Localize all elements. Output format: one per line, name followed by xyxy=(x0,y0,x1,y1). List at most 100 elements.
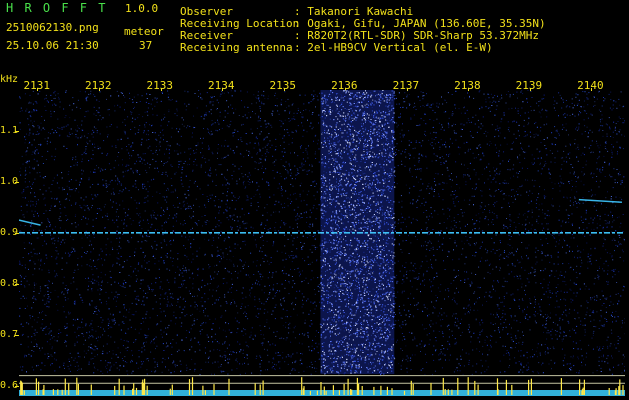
noise-speck xyxy=(142,116,144,118)
noise-speck xyxy=(525,247,527,249)
noise-speck xyxy=(611,357,613,359)
noise-speck xyxy=(535,203,537,204)
noise-speck xyxy=(588,191,590,192)
noise-speck xyxy=(204,285,206,287)
noise-speck xyxy=(594,277,596,279)
noise-speck xyxy=(59,106,61,108)
noise-speck xyxy=(307,153,309,155)
noise-speck xyxy=(122,189,124,191)
noise-speck xyxy=(525,219,527,221)
noise-speck xyxy=(53,336,55,338)
noise-speck xyxy=(400,228,402,230)
noise-speck xyxy=(34,178,36,180)
noise-speck xyxy=(145,169,147,171)
noise-speck xyxy=(590,145,592,146)
noise-speck xyxy=(481,174,483,175)
noise-speck xyxy=(133,108,134,109)
noise-speck xyxy=(425,345,426,347)
noise-speck xyxy=(59,227,61,229)
noise-speck xyxy=(528,244,530,246)
noise-speck xyxy=(128,164,130,166)
noise-speck xyxy=(263,334,264,336)
noise-speck xyxy=(137,94,139,96)
noise-speck xyxy=(534,315,536,317)
noise-speck xyxy=(526,247,528,249)
noise-speck xyxy=(442,188,444,190)
noise-speck xyxy=(166,342,167,344)
noise-speck xyxy=(565,271,567,273)
noise-speck xyxy=(614,274,616,276)
noise-speck xyxy=(500,301,502,303)
noise-speck xyxy=(172,204,174,206)
noise-speck xyxy=(290,316,292,317)
noise-speck xyxy=(439,290,441,292)
noise-speck xyxy=(272,357,274,359)
noise-speck xyxy=(467,278,469,279)
noise-speck xyxy=(455,107,456,109)
noise-speck xyxy=(453,220,455,222)
noise-speck xyxy=(544,145,546,146)
noise-speck xyxy=(37,133,39,135)
noise-speck xyxy=(607,273,609,275)
noise-speck xyxy=(521,256,522,258)
noise-speck xyxy=(97,326,99,327)
noise-speck xyxy=(423,120,425,121)
noise-speck xyxy=(204,254,206,256)
noise-speck xyxy=(429,279,431,281)
noise-speck xyxy=(601,118,603,120)
noise-speck xyxy=(64,117,66,118)
noise-speck xyxy=(274,369,276,371)
noise-speck xyxy=(530,106,532,107)
noise-speck xyxy=(236,226,238,228)
noise-speck xyxy=(537,313,539,315)
noise-speck xyxy=(227,373,229,375)
noise-speck xyxy=(161,225,163,227)
noise-speck xyxy=(284,207,286,208)
noise-speck xyxy=(90,93,92,95)
noise-speck xyxy=(245,296,247,298)
noise-speck xyxy=(119,190,121,192)
noise-speck xyxy=(22,326,24,327)
noise-speck xyxy=(164,293,166,295)
noise-speck xyxy=(85,148,87,150)
noise-speck xyxy=(416,239,418,240)
noise-speck xyxy=(584,334,586,336)
noise-speck xyxy=(74,269,76,271)
noise-speck xyxy=(410,293,412,295)
noise-speck xyxy=(613,219,615,221)
noise-speck xyxy=(131,99,133,101)
noise-speck xyxy=(41,230,43,232)
noise-speck xyxy=(147,162,149,164)
noise-speck xyxy=(304,260,306,262)
noise-speck xyxy=(223,354,225,356)
noise-speck xyxy=(312,207,314,209)
noise-speck xyxy=(285,161,287,163)
noise-speck xyxy=(180,325,182,327)
noise-speck xyxy=(578,201,580,203)
meteor-count: 37 xyxy=(139,39,153,52)
noise-speck xyxy=(521,184,523,186)
noise-speck xyxy=(258,148,260,150)
noise-speck xyxy=(84,116,86,118)
noise-speck xyxy=(489,175,491,177)
noise-speck xyxy=(588,222,590,224)
noise-speck xyxy=(230,292,232,293)
noise-speck xyxy=(521,343,523,345)
noise-speck xyxy=(528,273,530,275)
noise-speck xyxy=(546,338,548,340)
noise-speck xyxy=(521,107,523,109)
noise-speck xyxy=(172,297,174,299)
noise-speck xyxy=(562,319,564,321)
noise-speck xyxy=(524,157,526,159)
noise-speck xyxy=(179,360,181,362)
noise-speck xyxy=(559,239,560,241)
noise-speck xyxy=(603,263,605,265)
noise-speck xyxy=(565,314,567,316)
noise-speck xyxy=(394,255,396,257)
noise-speck xyxy=(560,299,562,301)
noise-speck xyxy=(513,319,515,321)
noise-speck xyxy=(482,345,484,347)
noise-speck xyxy=(144,267,146,269)
noise-speck xyxy=(615,196,617,198)
noise-speck xyxy=(44,204,46,206)
